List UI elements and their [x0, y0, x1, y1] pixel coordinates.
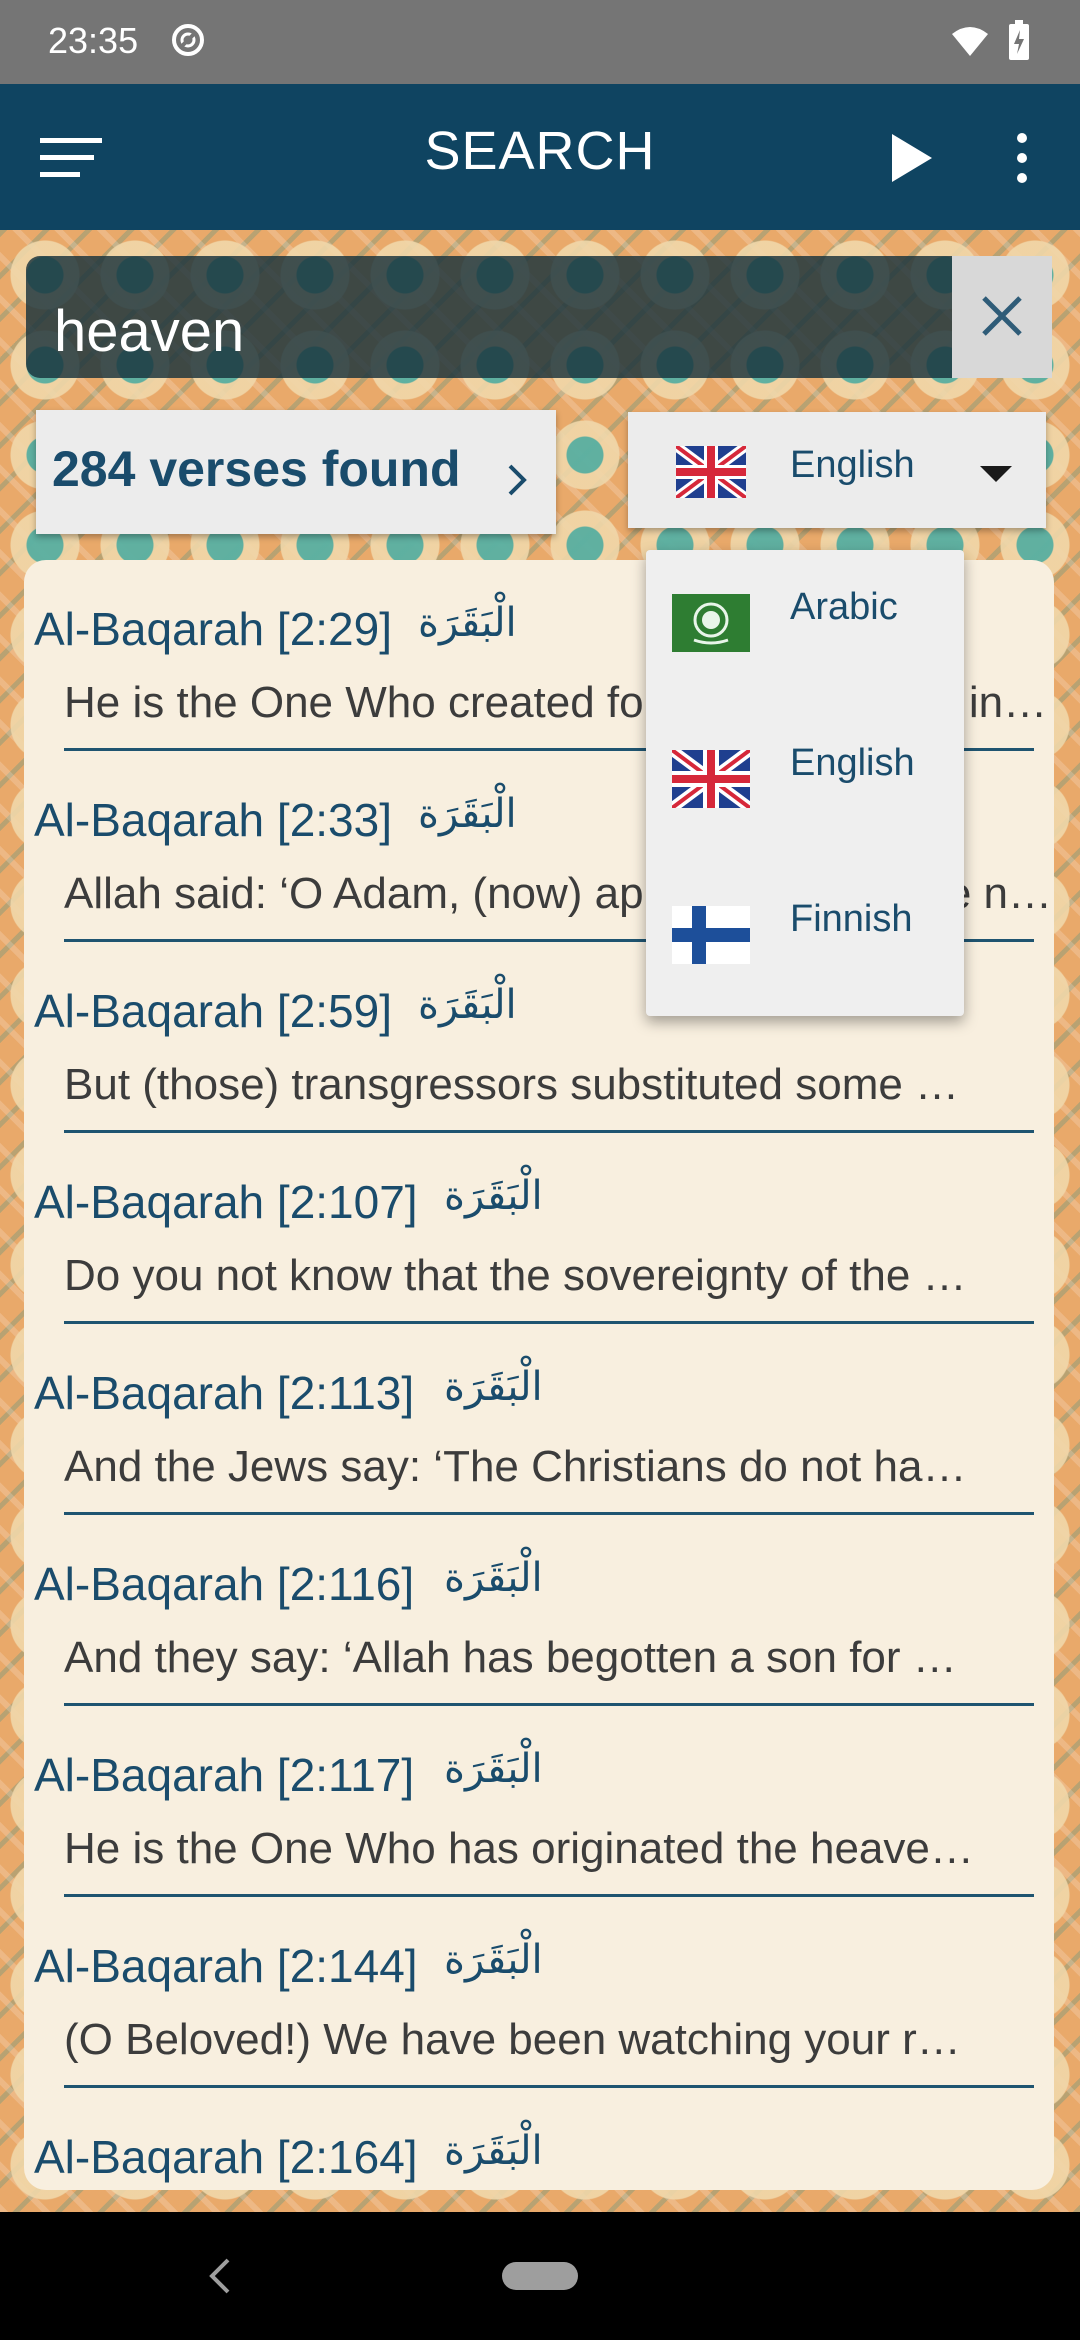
verse-text: And they say: ‘Allah has begotten a son … [64, 1633, 957, 1682]
language-select-label: English [790, 444, 915, 486]
verse-item[interactable]: Al-Baqarah [2:116] الْبَقَرَة And they s… [24, 1515, 1054, 1706]
verses-found-button[interactable]: 284 verses found [36, 410, 556, 534]
back-icon[interactable] [208, 2256, 232, 2296]
verse-surah-arabic: الْبَقَرَة [444, 1173, 543, 1219]
more-vert-icon[interactable] [1006, 128, 1038, 188]
verse-title: Al-Baqarah [2:164] [34, 2131, 418, 2183]
verse-title: Al-Baqarah [2:29] [34, 603, 393, 655]
language-option-label: Finnish [790, 898, 913, 940]
verse-item[interactable]: Al-Baqarah [2:164] الْبَقَرَة [24, 2088, 1054, 2190]
verse-text: He is the One Who has originated the hea… [64, 1824, 974, 1873]
verse-surah-arabic: الْبَقَرَة [444, 1937, 543, 1983]
battery-icon [1009, 20, 1029, 60]
verse-surah-arabic: الْبَقَرَة [444, 1364, 543, 1410]
arab-league-flag-icon [672, 594, 750, 652]
wifi-icon [952, 27, 988, 56]
search-box [26, 256, 952, 378]
verse-surah-arabic: الْبَقَرَة [418, 791, 517, 837]
language-option-label: Arabic [790, 586, 898, 628]
verse-title: Al-Baqarah [2:117] [34, 1749, 415, 1801]
clear-search-button[interactable] [952, 256, 1052, 378]
verse-title: Al-Baqarah [2:116] [34, 1558, 415, 1610]
language-option-label: English [790, 742, 915, 784]
chevron-right-icon [508, 464, 527, 496]
sync-icon [172, 24, 204, 56]
verse-surah-arabic: الْبَقَرَة [444, 1746, 543, 1792]
close-icon [982, 296, 1022, 336]
system-nav-bar [0, 2212, 1080, 2340]
verse-title: Al-Baqarah [2:107] [34, 1176, 418, 1228]
language-dropdown: Arabic English Finnish [646, 550, 964, 1016]
language-option-english[interactable]: English [646, 726, 964, 876]
caret-down-icon [980, 466, 1012, 482]
verse-item[interactable]: Al-Baqarah [2:117] الْبَقَرَة He is the … [24, 1706, 1054, 1897]
verse-item[interactable]: Al-Baqarah [2:107] الْبَقَرَة Do you not… [24, 1133, 1054, 1324]
app-bar: SEARCH [0, 84, 1080, 230]
verse-item[interactable]: Al-Baqarah [2:144] الْبَقَرَة (O Beloved… [24, 1897, 1054, 2088]
verse-text: Do you not know that the sovereignty of … [64, 1251, 967, 1300]
verses-found-label: 284 verses found [52, 441, 461, 497]
verse-text: (O Beloved!) We have been watching your … [64, 2015, 961, 2064]
finland-flag-icon [672, 906, 750, 964]
verse-title: Al-Baqarah [2:144] [34, 1940, 418, 1992]
uk-flag-icon [676, 446, 746, 498]
verse-surah-arabic: الْبَقَرَة [444, 1555, 543, 1601]
language-select[interactable]: English [628, 412, 1046, 528]
status-time: 23:35 [48, 20, 139, 61]
verse-text: But (those) transgressors substituted so… [64, 1060, 960, 1109]
search-input[interactable] [54, 296, 914, 366]
language-option-finnish[interactable]: Finnish [646, 882, 964, 1032]
verse-surah-arabic: الْبَقَرَة [444, 2128, 543, 2174]
verse-title: Al-Baqarah [2:59] [34, 985, 393, 1037]
verse-surah-arabic: الْبَقَرَة [418, 982, 517, 1028]
uk-flag-icon [672, 750, 750, 808]
status-bar: 23:35 [0, 0, 1080, 84]
verse-title: Al-Baqarah [2:113] [34, 1367, 415, 1419]
verse-surah-arabic: الْبَقَرَة [418, 600, 517, 646]
verse-item[interactable]: Al-Baqarah [2:113] الْبَقَرَة And the Je… [24, 1324, 1054, 1515]
home-pill[interactable] [502, 2262, 578, 2290]
verse-title: Al-Baqarah [2:33] [34, 794, 393, 846]
language-option-arabic[interactable]: Arabic [646, 570, 964, 720]
verse-text: And the Jews say: ‘The Christians do not… [64, 1442, 967, 1491]
play-icon[interactable] [886, 130, 936, 186]
